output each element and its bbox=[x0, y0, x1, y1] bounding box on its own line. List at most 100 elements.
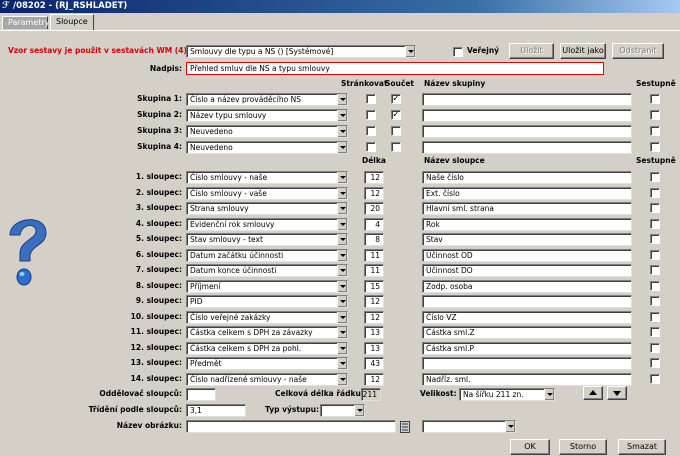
chevron-down-icon[interactable] bbox=[337, 126, 347, 137]
column-length-input[interactable]: 12 bbox=[364, 186, 384, 200]
chevron-down-icon[interactable] bbox=[337, 203, 347, 214]
column-length-input[interactable]: 43 bbox=[364, 357, 384, 370]
column-name-input[interactable]: Nadříz. sml. bbox=[422, 372, 632, 386]
group-descending-checkbox[interactable] bbox=[650, 94, 660, 104]
column-length-input[interactable]: 12 bbox=[364, 171, 384, 184]
save-as-button[interactable]: Uložit jako bbox=[560, 43, 606, 59]
group-descending-checkbox[interactable] bbox=[650, 142, 660, 152]
list-picker-icon[interactable] bbox=[400, 421, 410, 433]
chevron-down-icon[interactable] bbox=[337, 373, 347, 385]
sum-checkbox[interactable] bbox=[391, 126, 401, 136]
move-down-button[interactable] bbox=[607, 386, 627, 400]
column-name-input[interactable]: Číslo VZ bbox=[422, 310, 632, 324]
column-length-input[interactable]: 8 bbox=[364, 233, 384, 246]
chevron-down-icon[interactable] bbox=[544, 389, 554, 400]
column-select[interactable]: Číslo veřejné zakázky bbox=[186, 310, 348, 324]
delete-button[interactable]: Smazat bbox=[618, 439, 666, 455]
column-select[interactable]: Strana smlouvy bbox=[186, 202, 348, 215]
column-descending-checkbox[interactable] bbox=[650, 358, 660, 368]
column-name-input[interactable]: Částka sml.P bbox=[422, 341, 632, 355]
column-select[interactable]: Číslo nadřízené smlouvy - naše bbox=[186, 372, 348, 386]
column-length-input[interactable]: 13 bbox=[364, 326, 384, 339]
sort-input[interactable]: 3,1 bbox=[186, 404, 246, 417]
column-descending-checkbox[interactable] bbox=[650, 265, 660, 275]
column-descending-checkbox[interactable] bbox=[650, 373, 660, 384]
chevron-down-icon[interactable] bbox=[337, 265, 347, 276]
column-length-input[interactable]: 12 bbox=[364, 310, 384, 324]
chevron-down-icon[interactable] bbox=[337, 94, 347, 105]
chevron-down-icon[interactable] bbox=[337, 218, 347, 230]
column-select[interactable]: Datum konce účinnosti bbox=[186, 264, 348, 277]
column-descending-checkbox[interactable] bbox=[650, 218, 660, 229]
column-length-input[interactable]: 12 bbox=[364, 295, 384, 308]
column-select[interactable]: PID bbox=[186, 295, 348, 308]
group-descending-checkbox[interactable] bbox=[650, 126, 660, 136]
template-select[interactable]: Smlouvy dle typu a NS () [Systémové] bbox=[186, 45, 416, 58]
column-descending-checkbox[interactable] bbox=[650, 327, 660, 337]
column-descending-checkbox[interactable] bbox=[650, 280, 660, 291]
column-select[interactable]: Datum začátku účinnosti bbox=[186, 248, 348, 262]
column-select[interactable]: Příjmení bbox=[186, 279, 348, 293]
pagination-checkbox[interactable] bbox=[366, 126, 376, 136]
chevron-down-icon[interactable] bbox=[337, 234, 347, 245]
chevron-down-icon[interactable] bbox=[337, 280, 347, 292]
column-select[interactable]: Číslo smlouvy - vaše bbox=[186, 186, 348, 200]
group-select[interactable]: Neuvedeno bbox=[186, 141, 348, 154]
chevron-down-icon[interactable] bbox=[354, 405, 364, 416]
column-length-input[interactable]: 15 bbox=[364, 279, 384, 293]
chevron-down-icon[interactable] bbox=[337, 311, 347, 323]
chevron-down-icon[interactable] bbox=[405, 46, 415, 57]
column-length-input[interactable]: 13 bbox=[364, 341, 384, 355]
column-name-input[interactable]: Ext. číslo bbox=[422, 186, 632, 200]
column-length-input[interactable]: 11 bbox=[364, 248, 384, 262]
column-name-input[interactable]: Částka sml.Z bbox=[422, 326, 632, 339]
group-select[interactable]: Číslo a název prováděcího NS bbox=[186, 93, 348, 106]
column-select[interactable]: Částka celkem s DPH za pohl. bbox=[186, 341, 348, 355]
column-name-input[interactable]: Účinnost OD bbox=[422, 248, 632, 262]
column-descending-checkbox[interactable] bbox=[650, 296, 660, 306]
sum-checkbox[interactable]: ✓ bbox=[391, 94, 401, 104]
column-name-input[interactable]: Stav bbox=[422, 233, 632, 246]
column-name-input[interactable] bbox=[422, 295, 632, 308]
column-length-input[interactable]: 4 bbox=[364, 217, 384, 231]
tab-parametry[interactable]: Parametry bbox=[2, 16, 49, 29]
column-length-input[interactable]: 12 bbox=[364, 372, 384, 386]
help-question-icon[interactable] bbox=[6, 209, 50, 299]
group-descending-checkbox[interactable] bbox=[650, 110, 660, 120]
heading-input[interactable]: Přehled smluv dle NS a typu smlouvy bbox=[186, 62, 604, 75]
column-descending-checkbox[interactable] bbox=[650, 203, 660, 213]
image-name-input[interactable] bbox=[186, 420, 396, 433]
column-descending-checkbox[interactable] bbox=[650, 249, 660, 260]
chevron-down-icon[interactable] bbox=[337, 327, 347, 338]
group-name-input[interactable] bbox=[422, 141, 632, 154]
tab-sloupce[interactable]: Sloupce bbox=[50, 14, 94, 30]
size-select[interactable]: Na šířku 211 zn. bbox=[459, 388, 555, 401]
column-name-input[interactable]: Rok bbox=[422, 217, 632, 231]
group-name-input[interactable] bbox=[422, 109, 632, 122]
chevron-down-icon[interactable] bbox=[337, 249, 347, 261]
column-descending-checkbox[interactable] bbox=[650, 234, 660, 244]
pagination-checkbox[interactable] bbox=[366, 110, 376, 120]
sum-checkbox[interactable] bbox=[391, 142, 401, 152]
sum-checkbox[interactable]: ✓ bbox=[391, 110, 401, 120]
remove-button[interactable]: Odstranit bbox=[612, 43, 664, 59]
chevron-down-icon[interactable] bbox=[505, 421, 515, 432]
pagination-checkbox[interactable] bbox=[366, 94, 376, 104]
chevron-down-icon[interactable] bbox=[337, 296, 347, 307]
column-length-input[interactable]: 11 bbox=[364, 264, 384, 277]
cancel-button[interactable]: Storno bbox=[559, 439, 607, 455]
chevron-down-icon[interactable] bbox=[337, 110, 347, 121]
column-name-input[interactable]: Hlavní sml. strana bbox=[422, 202, 632, 215]
image-select[interactable] bbox=[422, 420, 516, 433]
output-type-select[interactable] bbox=[320, 404, 365, 417]
public-checkbox[interactable] bbox=[453, 47, 463, 57]
column-name-input[interactable]: Naše číslo bbox=[422, 171, 632, 184]
chevron-down-icon[interactable] bbox=[337, 172, 347, 183]
group-name-input[interactable] bbox=[422, 93, 632, 106]
move-up-button[interactable] bbox=[583, 386, 603, 400]
column-length-input[interactable]: 20 bbox=[364, 202, 384, 215]
chevron-down-icon[interactable] bbox=[337, 358, 347, 369]
chevron-down-icon[interactable] bbox=[337, 342, 347, 354]
group-select[interactable]: Neuvedeno bbox=[186, 125, 348, 138]
separator-input[interactable] bbox=[186, 388, 216, 401]
